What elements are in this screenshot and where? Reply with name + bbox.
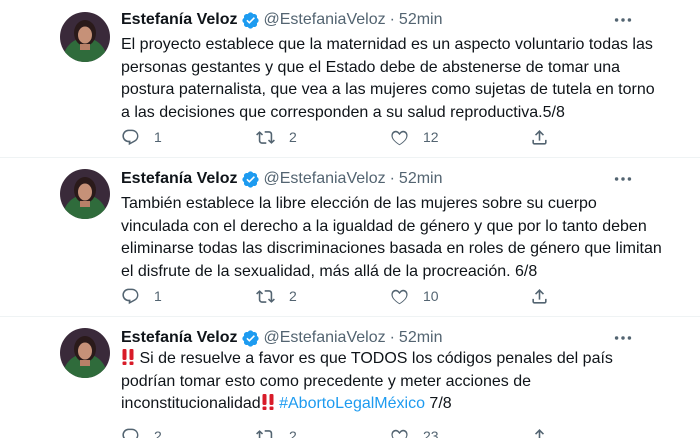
retweet-icon [256,130,275,144]
tweet-6-of-8[interactable]: Estefanía Veloz @EstefaniaVeloz · 52min … [0,157,700,317]
avatar-image [60,169,110,219]
reply-button[interactable]: 2 [121,424,162,438]
tweet-text-segment: inconstitucionalidad [121,395,261,412]
like-count: 12 [423,129,439,145]
timestamp[interactable]: 52min [399,11,443,29]
like-count: 23 [423,428,439,438]
retweet-button[interactable]: 2 [256,125,297,149]
verified-badge-icon [241,329,259,347]
retweet-icon [256,429,274,438]
author-name[interactable]: Estefanía Veloz [121,170,238,188]
tweet-text: El proyecto establece que la maternidad … [121,34,655,124]
tweet-text-line: el disfrute de la sexualidad, más allá d… [121,262,538,280]
share-icon [532,288,547,304]
avatar-image [60,328,110,378]
avatar[interactable] [60,12,110,62]
tweet-text-line: personas gestantes y que el Estado debe … [121,58,621,76]
tweet-text-line: También establece la libre elección de l… [121,195,597,212]
tweet-text-line: a las decisiones que corresponden a su s… [121,103,565,121]
retweet-count: 2 [289,288,297,304]
double-exclamation-emoji [122,349,134,365]
tweet-7-of-8[interactable]: Estefanía Veloz @EstefaniaVeloz · 52min … [0,316,700,438]
separator-dot: · [389,170,395,187]
share-icon [534,428,545,438]
hashtag-link[interactable]: #AbortoLegalMéxico [279,395,425,412]
verified-badge-icon [241,170,259,188]
tweet-text-line: Si de resuelve a favor es que TODOS los … [121,348,641,371]
author-name[interactable]: Estefanía Veloz [121,329,238,347]
retweet-icon [256,289,275,303]
retweet-count: 2 [289,428,297,438]
reply-count: 1 [154,288,162,304]
tweet-text: Si de resuelve a favor es que TODOS los … [121,348,641,416]
like-button[interactable]: 23 [390,424,439,438]
author-handle[interactable]: @EstefaniaVeloz [264,329,386,347]
heart-icon [391,130,408,145]
more-dots-icon[interactable] [612,9,634,31]
reply-count: 1 [154,129,162,145]
tweet-text-line: inconstitucionalidad #AbortoLegalMéxico … [121,393,641,416]
avatar-image [60,12,110,62]
tweet-text-line: postura paternalista, que vea a las muje… [121,81,655,98]
share-icon [532,129,547,145]
retweet-count: 2 [289,129,297,145]
tweet-actions: 1 2 12 [121,125,571,149]
tweet-text-line: El proyecto establece que la maternidad … [121,36,653,53]
avatar[interactable] [60,328,110,378]
reply-icon [122,288,139,304]
tweet-header: Estefanía Veloz @EstefaniaVeloz · 52min [121,168,443,190]
reply-icon [122,428,139,438]
retweet-button[interactable]: 2 [256,284,297,308]
tweet-text: También establece la libre elección de l… [121,193,662,283]
tweet-actions: 1 2 10 [121,284,571,308]
timestamp[interactable]: 52min [399,329,443,347]
author-name[interactable]: Estefanía Veloz [121,11,238,29]
tweet-header: Estefanía Veloz @EstefaniaVeloz · 52min [121,327,443,349]
double-exclamation-emoji [262,394,274,410]
share-button[interactable] [530,424,549,438]
like-button[interactable]: 12 [390,125,439,149]
heart-icon [391,289,408,304]
verified-badge-icon [241,11,259,29]
reply-button[interactable]: 1 [121,125,162,149]
reply-button[interactable]: 1 [121,284,162,308]
author-handle[interactable]: @EstefaniaVeloz [264,11,386,29]
reply-count: 2 [154,428,162,438]
separator-dot: · [389,11,395,28]
avatar[interactable] [60,169,110,219]
separator-dot: · [389,329,395,346]
tweet-text-segment: 7/8 [424,395,452,412]
heart-icon [391,429,408,438]
tweet-header: Estefanía Veloz @EstefaniaVeloz · 52min [121,9,443,31]
share-button[interactable] [530,284,549,308]
tweet-text-line: podrían tomar esto como precedente y met… [121,372,531,390]
timestamp[interactable]: 52min [399,170,443,188]
author-handle[interactable]: @EstefaniaVeloz [264,170,386,188]
more-dots-icon[interactable] [612,327,634,349]
reply-icon [122,129,139,145]
tweet-5-of-8[interactable]: Estefanía Veloz @EstefaniaVeloz · 52min … [0,0,700,160]
tweet-text-segment: Si de resuelve a favor es que TODOS los … [135,350,613,367]
more-dots-icon[interactable] [612,168,634,190]
like-button[interactable]: 10 [390,284,439,308]
like-count: 10 [423,288,439,304]
retweet-button[interactable]: 2 [256,424,297,438]
tweet-text-line: eliminarse todas las discriminaciones ba… [121,240,662,257]
share-button[interactable] [530,125,549,149]
tweet-actions: 2 2 23 [121,424,571,438]
tweet-text-line: vinculada con el derecho a la igualdad d… [121,217,647,235]
